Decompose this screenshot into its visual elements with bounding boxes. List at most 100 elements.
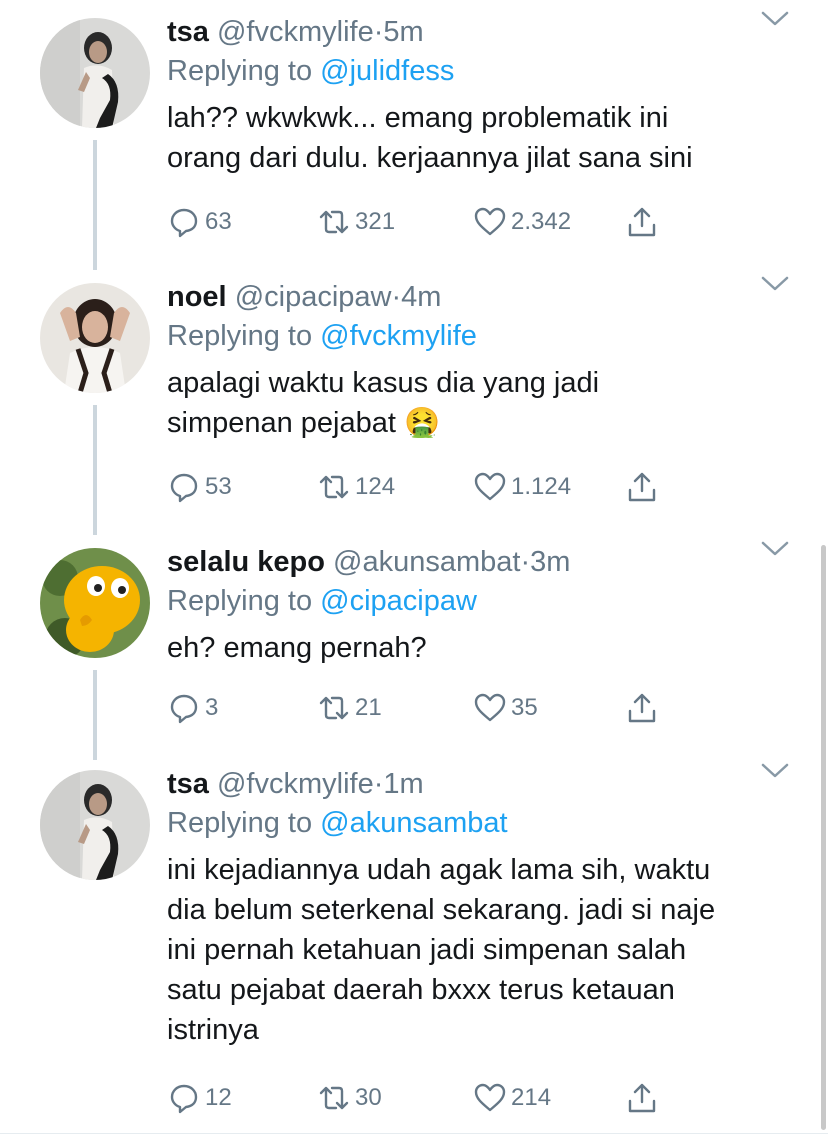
timestamp[interactable]: 1m: [383, 768, 423, 800]
avatar[interactable]: [40, 770, 150, 880]
chevron-down-icon[interactable]: [760, 8, 790, 28]
retweet-icon: [319, 696, 349, 720]
tweet[interactable]: tsa @fvckmylife·1m Replying to @akunsamb…: [0, 752, 828, 1134]
share-button[interactable]: [625, 1080, 659, 1116]
share-icon: [628, 1083, 656, 1113]
reply-button[interactable]: 53: [167, 469, 232, 505]
replying-to: Replying to @julidfess: [167, 52, 788, 90]
reply-button[interactable]: 63: [167, 204, 232, 240]
share-icon: [628, 472, 656, 502]
heart-icon: [474, 472, 506, 501]
replying-to: Replying to @akunsambat: [167, 804, 788, 842]
tweet-actions: 3 21 35: [167, 690, 687, 726]
avatar-image-woman-dark-hair: [40, 770, 150, 880]
retweet-count: 30: [355, 1084, 382, 1111]
tweet-header: tsa @fvckmylife·5m: [167, 14, 788, 50]
tweet-content: tsa @fvckmylife·1m Replying to @akunsamb…: [167, 766, 788, 1050]
like-button[interactable]: 1.124: [473, 469, 571, 505]
tweet-text-line: ini pernah ketahuan jadi simpenan salah: [167, 934, 687, 966]
reply-button[interactable]: 3: [167, 690, 218, 726]
separator-dot: ·: [520, 546, 531, 578]
reply-icon: [170, 694, 198, 724]
replying-to: Replying to @cipacipaw: [167, 582, 788, 620]
share-button[interactable]: [625, 469, 659, 505]
retweet-button[interactable]: 124: [317, 469, 395, 505]
heart-icon: [474, 1083, 506, 1112]
share-icon: [628, 207, 656, 237]
reply-button[interactable]: 12: [167, 1080, 232, 1116]
tweet-text: apalagi waktu kasus dia yang jadi simpen…: [167, 363, 788, 443]
retweet-button[interactable]: 321: [317, 204, 395, 240]
mention-link[interactable]: @akunsambat: [320, 807, 507, 839]
tweet-text: eh? emang pernah?: [167, 628, 788, 668]
thread-connector-line: [93, 405, 97, 535]
tweet[interactable]: tsa @fvckmylife·5m Replying to @julidfes…: [0, 0, 828, 270]
reply-count: 53: [205, 473, 232, 500]
retweet-icon: [319, 1086, 349, 1110]
avatar-image-woman-hands-on-head: [40, 283, 150, 393]
tweet-content: tsa @fvckmylife·5m Replying to @julidfes…: [167, 14, 788, 178]
retweet-count: 21: [355, 694, 382, 721]
reply-count: 3: [205, 694, 219, 721]
display-name[interactable]: selalu kepo: [167, 546, 325, 578]
tweet-thread: tsa @fvckmylife·5m Replying to @julidfes…: [0, 0, 828, 1134]
username[interactable]: @fvckmylife: [217, 16, 374, 48]
tweet-content: selalu kepo @akunsambat·3m Replying to @…: [167, 544, 788, 668]
tweet-text-line: apalagi waktu kasus dia yang jadi: [167, 367, 600, 399]
tweet[interactable]: noel @cipacipaw·4m Replying to @fvckmyli…: [0, 265, 828, 535]
retweet-button[interactable]: 21: [317, 690, 382, 726]
avatar[interactable]: [40, 283, 150, 393]
chevron-down-icon[interactable]: [760, 273, 790, 293]
username[interactable]: @akunsambat: [333, 546, 520, 578]
replying-to-label: Replying to: [167, 807, 321, 839]
tweet[interactable]: selalu kepo @akunsambat·3m Replying to @…: [0, 530, 828, 760]
display-name[interactable]: tsa: [167, 16, 209, 48]
avatar-image-yellow-cartoon-character: [40, 548, 150, 658]
tweet-text-line: lah?? wkwkwk... emang problematik ini: [167, 102, 669, 134]
retweet-icon: [319, 475, 349, 499]
timestamp[interactable]: 5m: [383, 16, 423, 48]
separator-dot: ·: [373, 768, 384, 800]
retweet-button[interactable]: 30: [317, 1080, 382, 1116]
like-count: 214: [511, 1084, 552, 1111]
heart-icon: [474, 207, 506, 236]
mention-link[interactable]: @julidfess: [320, 55, 454, 87]
retweet-count: 321: [355, 208, 396, 235]
username[interactable]: @fvckmylife: [217, 768, 374, 800]
display-name[interactable]: noel: [167, 281, 227, 313]
separator-dot: ·: [391, 281, 402, 313]
reply-count: 12: [205, 1084, 232, 1111]
thread-connector-line: [93, 670, 97, 760]
tweet-text-line: ini kejadiannya udah agak lama sih, wakt…: [167, 854, 711, 886]
tweet-text-line: satu pejabat daerah bxxx terus ketauan: [167, 974, 675, 1006]
chevron-down-icon[interactable]: [760, 538, 790, 558]
avatar-image-woman-dark-hair: [40, 18, 150, 128]
tweet-header: tsa @fvckmylife·1m: [167, 766, 788, 802]
timestamp[interactable]: 3m: [530, 546, 570, 578]
replying-to-label: Replying to: [167, 320, 321, 352]
chevron-down-icon[interactable]: [760, 760, 790, 780]
share-button[interactable]: [625, 204, 659, 240]
tweet-content: noel @cipacipaw·4m Replying to @fvckmyli…: [167, 279, 788, 443]
scrollbar[interactable]: [821, 545, 826, 1130]
tweet-text-line: dia belum seterkenal sekarang. jadi si n…: [167, 894, 716, 926]
username[interactable]: @cipacipaw: [235, 281, 392, 313]
share-button[interactable]: [625, 690, 659, 726]
like-button[interactable]: 2.342: [473, 204, 571, 240]
replying-to-label: Replying to: [167, 55, 321, 87]
share-icon: [628, 693, 656, 723]
replying-to-label: Replying to: [167, 585, 321, 617]
like-count: 2.342: [511, 208, 572, 235]
mention-link[interactable]: @cipacipaw: [320, 585, 477, 617]
timestamp[interactable]: 4m: [401, 281, 441, 313]
display-name[interactable]: tsa: [167, 768, 209, 800]
mention-link[interactable]: @fvckmylife: [320, 320, 477, 352]
separator-dot: ·: [373, 16, 384, 48]
avatar[interactable]: [40, 548, 150, 658]
like-button[interactable]: 214: [473, 1080, 551, 1116]
tweet-actions: 63 321 2.342: [167, 204, 687, 240]
avatar[interactable]: [40, 18, 150, 128]
like-button[interactable]: 35: [473, 690, 538, 726]
tweet-text: ini kejadiannya udah agak lama sih, wakt…: [167, 850, 788, 1050]
reply-icon: [170, 473, 198, 503]
